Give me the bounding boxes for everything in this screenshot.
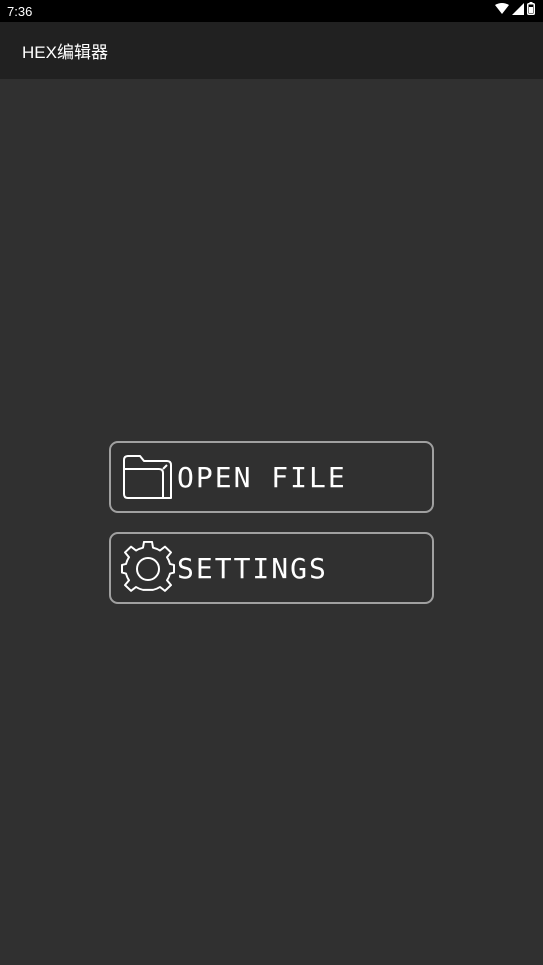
status-bar: 7:36: [0, 0, 543, 22]
status-time: 7:36: [7, 3, 33, 19]
cell-signal-icon: [512, 2, 524, 20]
settings-label: SETTINGS: [177, 551, 328, 585]
app-title: HEX编辑器: [22, 43, 108, 62]
app-bar: HEX编辑器: [0, 22, 543, 79]
battery-icon: [527, 2, 535, 20]
settings-button[interactable]: SETTINGS: [109, 532, 434, 604]
gear-icon: [121, 541, 175, 595]
open-file-button[interactable]: OPEN FILE: [109, 441, 434, 513]
status-icons: [495, 2, 535, 20]
folder-icon: [121, 450, 175, 504]
wifi-icon: [495, 2, 509, 20]
main-content: OPEN FILE SETTINGS: [0, 79, 543, 965]
open-file-label: OPEN FILE: [177, 460, 347, 494]
